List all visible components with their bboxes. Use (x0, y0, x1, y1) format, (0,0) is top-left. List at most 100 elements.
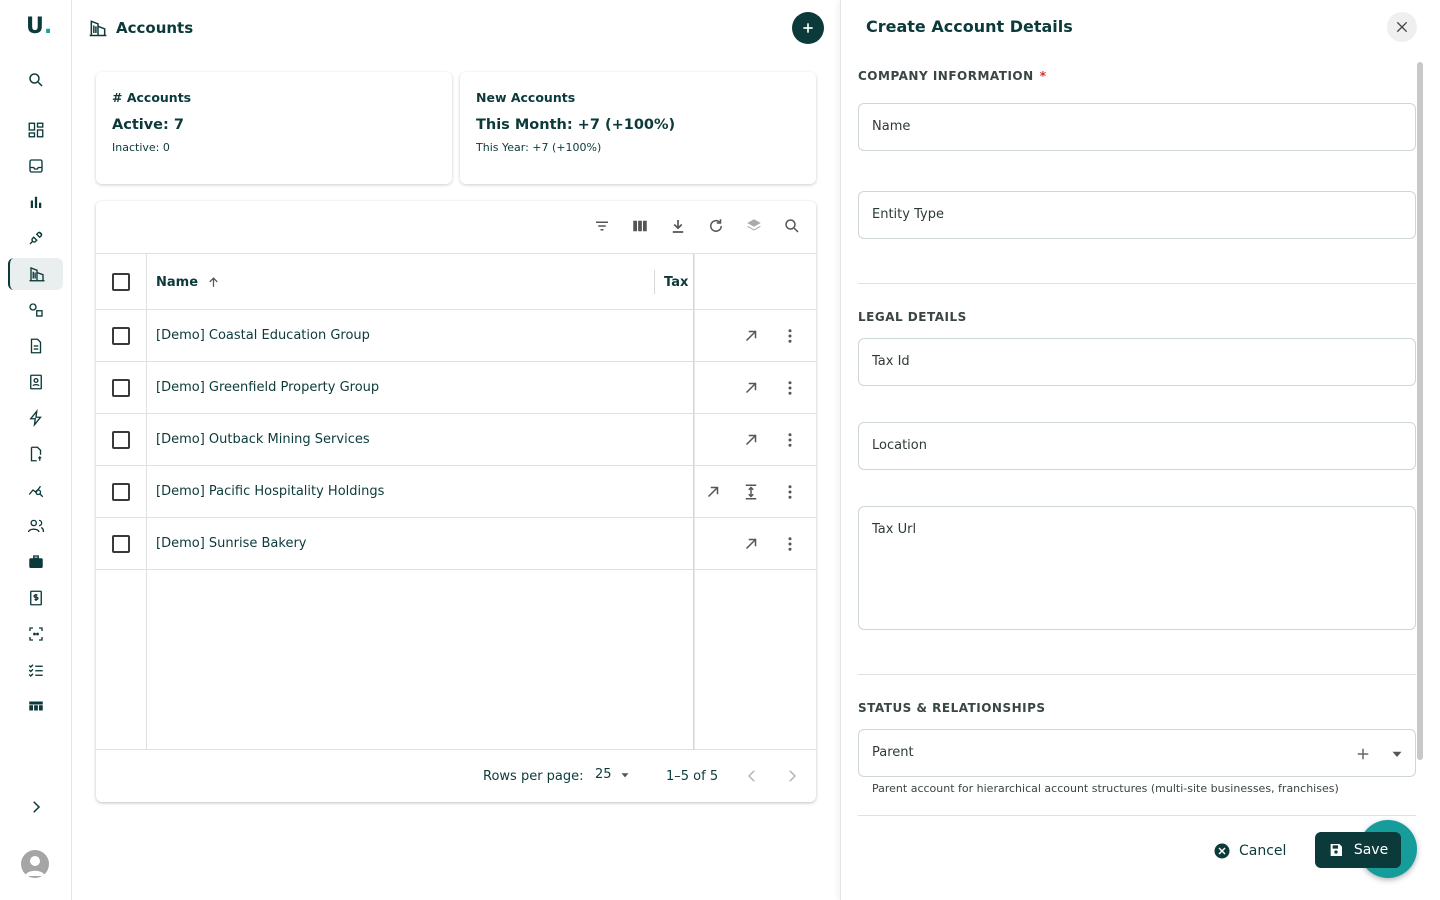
row-name[interactable]: [Demo] Pacific Hospitality Holdings (156, 484, 384, 499)
download-icon[interactable] (668, 215, 688, 237)
parent-select-field[interactable]: Parent (858, 729, 1416, 777)
row-name[interactable]: [Demo] Sunrise Bakery (156, 536, 306, 551)
section-divider (858, 674, 1416, 675)
chevron-right-icon[interactable] (8, 791, 63, 823)
table-row[interactable]: [Demo] Sunrise Bakery (96, 518, 816, 570)
building-icon (88, 18, 108, 38)
layers-icon[interactable] (744, 215, 764, 237)
column-header-tax-id[interactable]: Tax Id (664, 275, 694, 290)
receipt-dollar-icon[interactable] (8, 582, 63, 614)
search-icon[interactable] (8, 64, 63, 96)
more-vertical-icon[interactable] (780, 326, 800, 346)
table-icon[interactable] (8, 690, 63, 722)
create-account-drawer: Create Account Details COMPANY INFORMATI… (840, 0, 1440, 900)
invoice-icon[interactable] (8, 438, 63, 470)
entity-type-field[interactable]: Entity Type (858, 191, 1416, 239)
refresh-icon[interactable] (706, 215, 726, 237)
row-checkbox[interactable] (112, 431, 130, 449)
avatar-icon[interactable] (21, 850, 49, 878)
row-checkbox[interactable] (112, 327, 130, 345)
analytics-icon[interactable] (8, 474, 63, 506)
checklist-icon[interactable] (8, 654, 63, 686)
open-arrow-icon[interactable] (703, 482, 723, 502)
tax-url-field[interactable]: Tax Url (858, 506, 1416, 630)
more-vertical-icon[interactable] (780, 482, 800, 502)
people-icon[interactable] (8, 510, 63, 542)
document-icon[interactable] (8, 330, 63, 362)
add-account-button[interactable] (792, 12, 824, 44)
chevron-left-icon[interactable] (742, 766, 762, 786)
location-field-label: Location (872, 438, 927, 453)
drawer-scrollbar[interactable] (1417, 62, 1423, 760)
table-row[interactable]: [Demo] Coastal Education Group (96, 310, 816, 362)
rows-per-page-select[interactable]: 25 (595, 767, 632, 782)
open-arrow-icon[interactable] (741, 378, 761, 398)
open-arrow-icon[interactable] (741, 326, 761, 346)
chevron-right-icon[interactable] (782, 766, 802, 786)
left-nav-rail: U. (0, 0, 72, 900)
rows-per-page-label: Rows per page: (483, 769, 584, 784)
caret-down-icon[interactable] (1388, 745, 1406, 763)
tax-id-field[interactable]: Tax Id (858, 338, 1416, 386)
section-legal-details: LEGAL DETAILS (858, 310, 967, 324)
row-checkbox[interactable] (112, 379, 130, 397)
save-button[interactable]: Save (1315, 832, 1401, 868)
table-row[interactable]: [Demo] Greenfield Property Group (96, 362, 816, 414)
drawer-title: Create Account Details (866, 17, 1073, 36)
page-header: Accounts (88, 12, 193, 44)
row-height-icon[interactable] (741, 482, 761, 502)
more-vertical-icon[interactable] (780, 430, 800, 450)
filter-icon[interactable] (592, 215, 612, 237)
row-name[interactable]: [Demo] Greenfield Property Group (156, 380, 379, 395)
stat-sub-value: This Year: +7 (+100%) (476, 141, 602, 154)
dashboard-icon[interactable] (8, 114, 63, 146)
pagination-range: 1–5 of 5 (666, 769, 719, 784)
briefcase-icon[interactable] (8, 546, 63, 578)
scan-icon[interactable] (8, 618, 63, 650)
cancel-button[interactable]: Cancel (1213, 838, 1286, 864)
search-icon[interactable] (782, 215, 802, 237)
bar-chart-icon[interactable] (8, 186, 63, 218)
section-company-information: COMPANY INFORMATION * (858, 69, 1047, 83)
row-name[interactable]: [Demo] Coastal Education Group (156, 328, 370, 343)
location-field[interactable]: Location (858, 422, 1416, 470)
more-vertical-icon[interactable] (780, 378, 800, 398)
app-logo[interactable]: U. (26, 14, 52, 39)
column-resize-handle[interactable] (654, 270, 655, 294)
row-name[interactable]: [Demo] Outback Mining Services (156, 432, 370, 447)
plus-icon[interactable] (1354, 745, 1372, 763)
building-icon[interactable] (8, 258, 63, 290)
stat-main-value: This Month: +7 (+100%) (476, 117, 676, 133)
contacts-book-icon[interactable] (8, 366, 63, 398)
plug-icon[interactable] (8, 222, 63, 254)
table-row[interactable]: [Demo] Outback Mining Services (96, 414, 816, 466)
close-icon (1396, 21, 1408, 33)
plus-icon (803, 23, 813, 33)
parent-field-label: Parent (872, 745, 914, 760)
columns-icon[interactable] (630, 215, 650, 237)
footer-divider (858, 815, 1416, 816)
select-all-checkbox[interactable] (112, 273, 130, 291)
table-pagination: Rows per page: 25 1–5 of 5 (96, 749, 816, 802)
save-disk-icon (1328, 842, 1344, 858)
stat-title: New Accounts (476, 90, 576, 105)
more-vertical-icon[interactable] (780, 534, 800, 554)
accounts-table: Name Tax Id [Demo] Coastal Education Gro… (96, 201, 816, 802)
shapes-icon[interactable] (8, 294, 63, 326)
close-drawer-button[interactable] (1387, 12, 1417, 42)
required-marker: * (1039, 69, 1047, 83)
stat-sub-value: Inactive: 0 (112, 141, 170, 154)
inbox-icon[interactable] (8, 150, 63, 182)
row-checkbox[interactable] (112, 535, 130, 553)
tax-url-field-label: Tax Url (872, 522, 917, 537)
row-checkbox[interactable] (112, 483, 130, 501)
section-status-relationships: STATUS & RELATIONSHIPS (858, 701, 1046, 715)
open-arrow-icon[interactable] (741, 534, 761, 554)
open-arrow-icon[interactable] (741, 430, 761, 450)
lightning-icon[interactable] (8, 402, 63, 434)
table-row[interactable]: [Demo] Pacific Hospitality Holdings (96, 466, 816, 518)
table-header-row: Name Tax Id (96, 253, 816, 310)
name-field[interactable]: Name (858, 103, 1416, 151)
sort-ascending-icon[interactable] (206, 275, 221, 290)
column-header-name[interactable]: Name (156, 275, 221, 290)
